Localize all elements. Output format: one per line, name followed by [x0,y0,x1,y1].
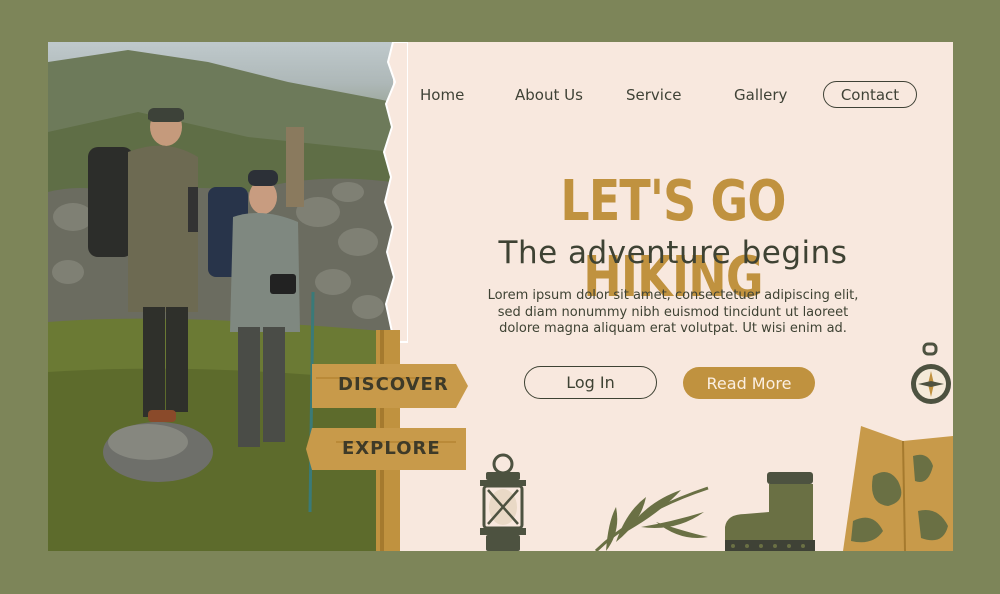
nav-gallery[interactable]: Gallery [734,86,787,104]
login-button[interactable]: Log In [524,366,657,399]
sign-discover: DISCOVER [338,374,449,395]
map-icon [843,426,953,551]
nav-about-us[interactable]: About Us [515,86,583,104]
leaf-icon [594,486,709,551]
hero-body-line: Lorem ipsum dolor sit amet, consectetuer… [487,288,859,303]
hero-body-line: dolore magna aliquam erat volutpat. Ut w… [499,321,847,336]
contact-button[interactable]: Contact [823,81,917,108]
sign-explore: EXPLORE [342,438,441,459]
hero-body-line: sed diam nonummy nibh euismod tincidunt … [497,304,849,320]
nav-home[interactable]: Home [420,86,464,104]
nav-service[interactable]: Service [626,86,681,104]
hero-body: Lorem ipsum dolor sit amet, consectetuer… [448,288,898,338]
landing-page: DISCOVER EXPLORE Home About Us Service G… [48,42,953,551]
lantern-icon [480,453,526,551]
boot-icon [725,472,815,551]
hero-subheadline: The adventure begins [498,235,848,271]
read-more-button[interactable]: Read More [683,367,815,399]
compass-icon [911,342,951,404]
